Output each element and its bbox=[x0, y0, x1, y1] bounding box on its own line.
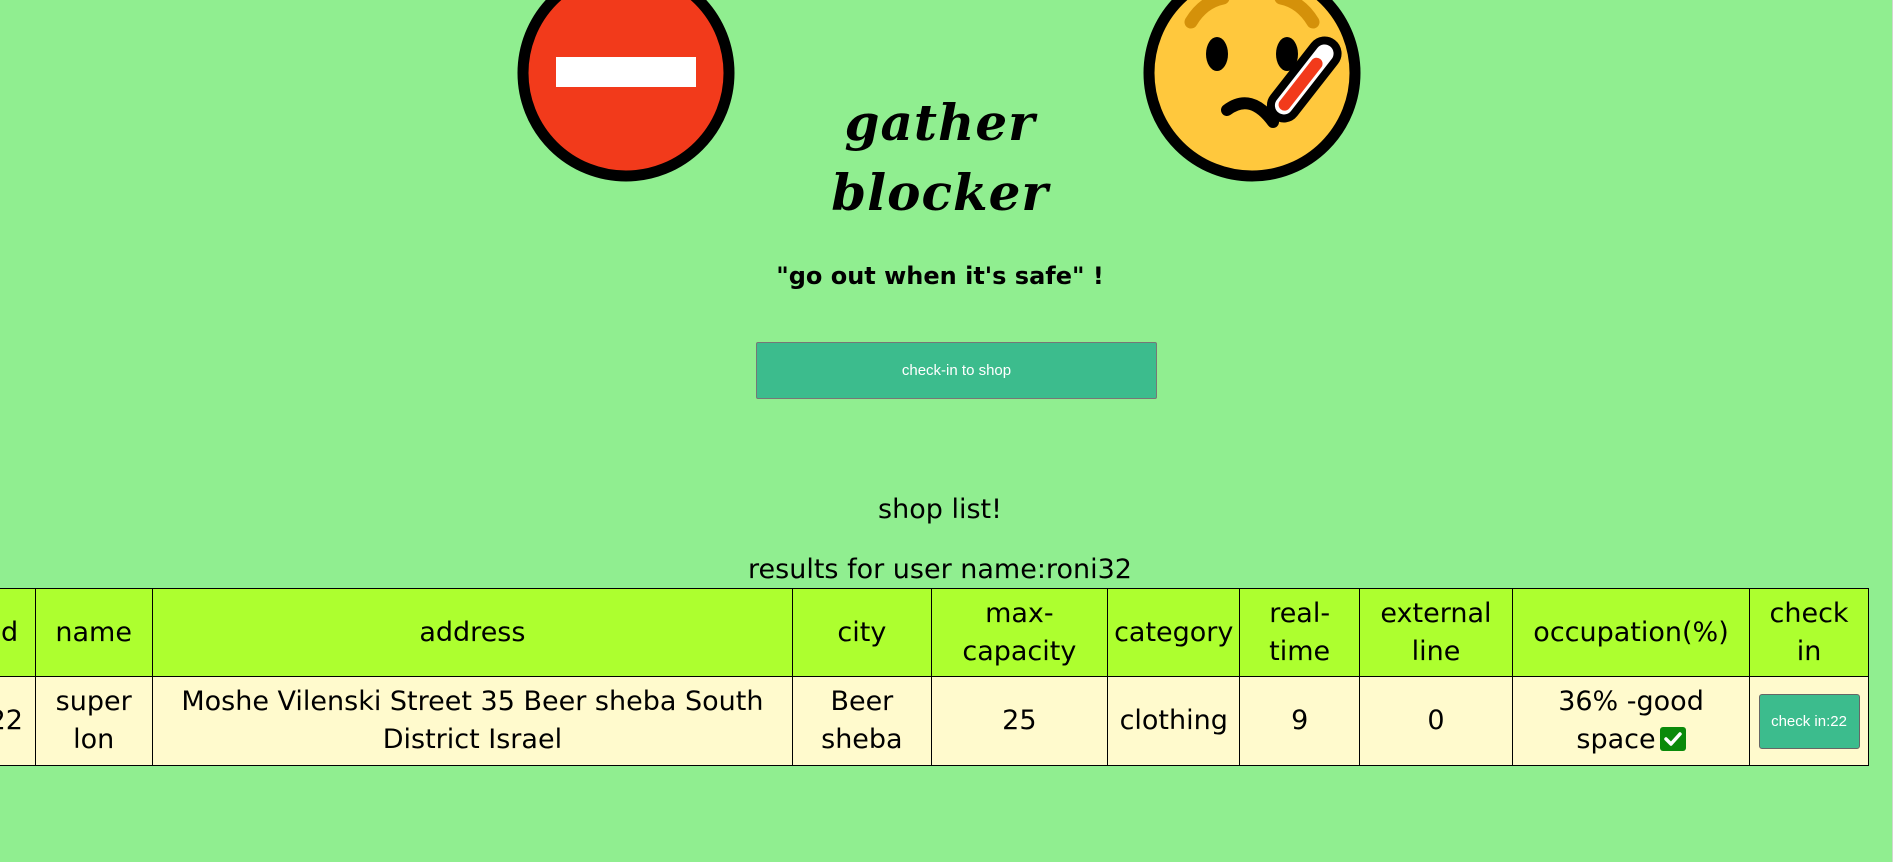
column-header-category: category bbox=[1107, 588, 1241, 677]
face-with-thermometer-icon bbox=[1141, 0, 1363, 184]
cell-city: Beer sheba bbox=[792, 676, 932, 766]
app-title: gather blocker bbox=[831, 93, 1049, 222]
results-for-user-label: results for user name:roni32 bbox=[748, 554, 1132, 585]
column-header-occupation: occupation(%) bbox=[1511, 588, 1751, 677]
row-check-in-button[interactable]: check in:22 bbox=[1758, 693, 1860, 749]
column-header-max-capacity: max-capacity bbox=[930, 588, 1109, 677]
cell-external-line: 0 bbox=[1358, 676, 1513, 766]
checkin-to-shop-button[interactable]: check-in to shop bbox=[756, 342, 1157, 399]
cell-occupation: 36% -good space bbox=[1511, 676, 1751, 766]
cell-max-capacity: 25 bbox=[930, 676, 1109, 766]
column-header-real-time: real-time bbox=[1239, 588, 1360, 677]
cell-real-time: 9 bbox=[1239, 676, 1360, 766]
column-header-external-line: external line bbox=[1358, 588, 1513, 677]
check-mark-icon bbox=[1659, 727, 1686, 751]
column-header-check-in: check in bbox=[1749, 588, 1869, 677]
table-row: 22 super lon Moshe Vilenski Street 35 Be… bbox=[0, 676, 1869, 766]
cell-check-in: check in:22 bbox=[1749, 676, 1869, 766]
column-header-id: id bbox=[0, 588, 36, 677]
column-header-address: address bbox=[151, 588, 794, 677]
cell-name: super lon bbox=[34, 676, 153, 766]
page: gather blocker "go out when it's safe" !… bbox=[0, 0, 1893, 862]
table-header-row: id name address city max-capacity catego… bbox=[0, 588, 1869, 677]
shop-table: id name address city max-capacity catego… bbox=[0, 588, 1869, 766]
slogan: "go out when it's safe" ! bbox=[776, 262, 1104, 290]
column-header-city: city bbox=[792, 588, 932, 677]
cell-id: 22 bbox=[0, 676, 36, 766]
no-entry-icon bbox=[515, 0, 737, 184]
column-header-name: name bbox=[34, 588, 153, 677]
cell-category: clothing bbox=[1107, 676, 1241, 766]
shop-list-title: shop list! bbox=[878, 494, 1002, 525]
cell-address: Moshe Vilenski Street 35 Beer sheba Sout… bbox=[151, 676, 794, 766]
